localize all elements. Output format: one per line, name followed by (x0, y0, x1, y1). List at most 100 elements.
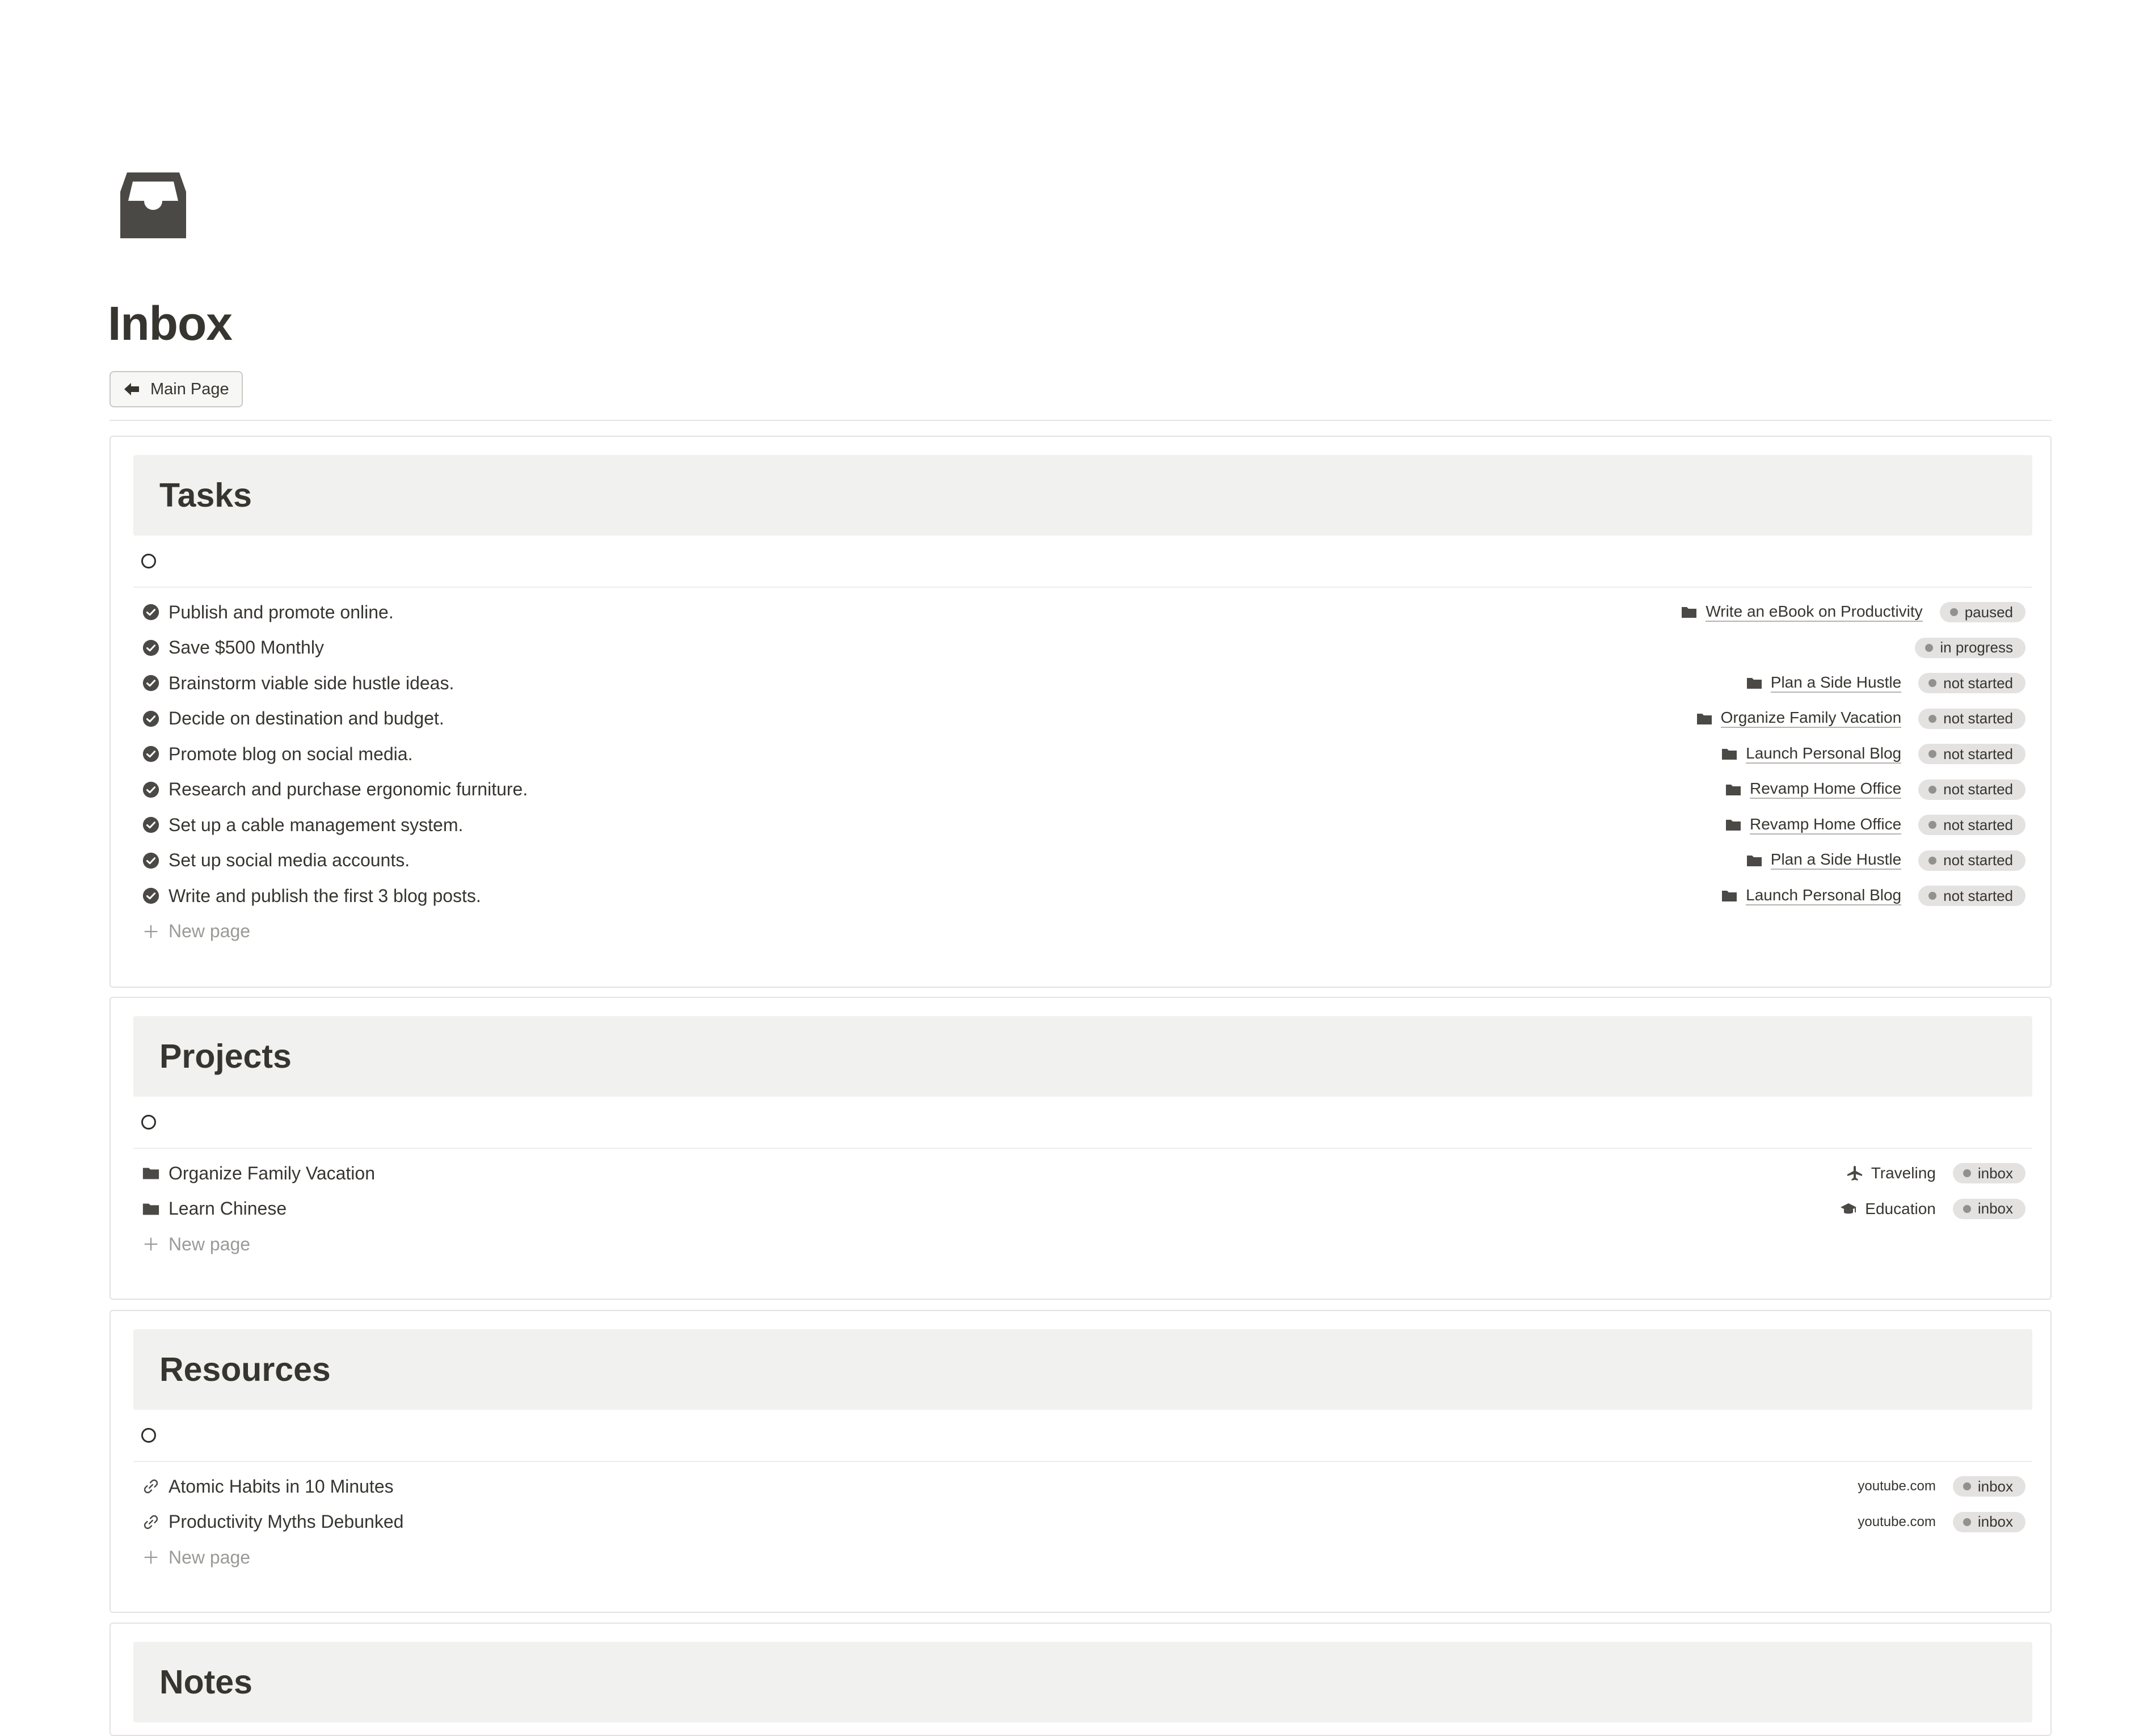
resource-title[interactable]: Atomic Habits in 10 Minutes (169, 1476, 1858, 1497)
tasks-list: Publish and promote online. Write an eBoo… (133, 595, 2032, 914)
notes-heading: Notes (159, 1663, 252, 1701)
project-name: Revamp Home Office (1750, 780, 1902, 799)
check-circle-icon (141, 602, 161, 622)
task-title[interactable]: Brainstorm viable side hustle ideas. (169, 673, 1746, 694)
check-circle-icon (141, 744, 161, 764)
task-title[interactable]: Decide on destination and budget. (169, 708, 1696, 729)
project-relation[interactable]: Plan a Side Hustle (1746, 851, 1902, 870)
status-dot (1963, 1518, 1971, 1526)
circle-icon[interactable] (141, 1115, 156, 1130)
project-title[interactable]: Organize Family Vacation (169, 1163, 1846, 1184)
folder-icon (1725, 781, 1750, 798)
project-relation[interactable]: Plan a Side Hustle (1746, 673, 1902, 693)
status-dot (1928, 679, 1937, 688)
table-row[interactable]: Save $500 Monthly in progress (133, 630, 2032, 666)
resource-url[interactable]: youtube.com (1858, 1514, 1935, 1530)
project-properties: Traveling inbox (1846, 1163, 2026, 1184)
projects-new-page-button[interactable]: New page (133, 1227, 2032, 1262)
status-badge: inbox (1952, 1163, 2026, 1184)
project-name: Launch Personal Blog (1746, 886, 1902, 905)
project-title[interactable]: Learn Chinese (169, 1198, 1840, 1219)
table-row[interactable]: Productivity Myths Debunked youtube.com in… (133, 1505, 2032, 1540)
projects-list: Organize Family Vacation Traveling inbox Le… (133, 1156, 2032, 1227)
project-name: Plan a Side Hustle (1770, 851, 1902, 870)
status-badge: not started (1918, 744, 2026, 765)
circle-icon[interactable] (141, 554, 156, 568)
table-row[interactable]: Research and purchase ergonomic furnitur… (133, 772, 2032, 808)
status-badge: not started (1918, 673, 2026, 694)
check-circle-icon (141, 638, 161, 658)
status-label: paused (1964, 603, 2013, 621)
project-relation[interactable]: Launch Personal Blog (1721, 886, 1902, 905)
task-title[interactable]: Save $500 Monthly (169, 637, 1915, 658)
project-relation[interactable]: Organize Family Vacation (1696, 709, 1902, 728)
task-properties: Revamp Home Office not started (1725, 779, 2026, 800)
plus-icon (141, 1234, 161, 1254)
table-row[interactable]: Atomic Habits in 10 Minutes youtube.com in… (133, 1469, 2032, 1505)
status-dot (1928, 714, 1937, 723)
task-properties: Organize Family Vacation not started (1696, 708, 2026, 729)
task-title[interactable]: Set up a cable management system. (169, 815, 1725, 836)
project-relation[interactable]: Revamp Home Office (1725, 780, 1902, 799)
resource-title[interactable]: Productivity Myths Debunked (169, 1511, 1858, 1532)
resource-properties: youtube.com inbox (1858, 1476, 2026, 1497)
circle-icon[interactable] (141, 1428, 156, 1443)
area-relation[interactable]: Traveling (1846, 1164, 1936, 1182)
resources-section: Resources Atomic Habits in 10 Minutes you… (110, 1310, 2052, 1613)
project-name: Revamp Home Office (1750, 815, 1902, 835)
airplane-icon (1846, 1165, 1871, 1182)
new-page-label: New page (169, 921, 251, 941)
task-title[interactable]: Publish and promote online. (169, 602, 1681, 623)
status-badge: inbox (1952, 1198, 2026, 1219)
tasks-new-page-button[interactable]: New page (133, 914, 2032, 949)
status-label: inbox (1977, 1164, 2013, 1182)
folder-icon (1696, 710, 1721, 727)
status-label: not started (1943, 710, 2013, 727)
table-row[interactable]: Set up social media accounts. Plan a Side… (133, 843, 2032, 879)
status-badge: not started (1918, 708, 2026, 729)
table-row[interactable]: Brainstorm viable side hustle ideas. Plan… (133, 665, 2032, 701)
projects-filter-row (133, 1097, 2032, 1149)
task-title[interactable]: Research and purchase ergonomic furnitur… (169, 779, 1725, 800)
project-relation[interactable]: Revamp Home Office (1725, 815, 1902, 835)
tasks-header: Tasks (133, 455, 2032, 536)
page-title: Inbox (108, 297, 233, 350)
status-label: not started (1943, 816, 2013, 833)
status-dot (1928, 892, 1937, 900)
check-circle-icon (141, 815, 161, 835)
table-row[interactable]: Organize Family Vacation Traveling inbox (133, 1156, 2032, 1191)
folder-icon (141, 1199, 161, 1219)
resource-url[interactable]: youtube.com (1858, 1478, 1935, 1494)
project-name: Organize Family Vacation (1720, 709, 1902, 728)
folder-icon (1725, 816, 1750, 833)
status-badge: not started (1918, 779, 2026, 800)
status-dot (1928, 785, 1937, 794)
area-relation[interactable]: Education (1840, 1200, 1936, 1218)
project-relation[interactable]: Write an eBook on Productivity (1681, 602, 1923, 622)
task-title[interactable]: Promote blog on social media. (169, 744, 1721, 765)
task-title[interactable]: Write and publish the first 3 blog posts… (169, 886, 1721, 907)
resources-filter-row (133, 1410, 2032, 1462)
folder-icon (1746, 675, 1771, 692)
table-row[interactable]: Publish and promote online. Write an eBoo… (133, 595, 2032, 630)
main-page-button[interactable]: Main Page (110, 371, 243, 407)
plus-icon (141, 1548, 161, 1567)
inbox-tray-icon (117, 169, 190, 242)
folder-icon (1681, 604, 1706, 621)
check-circle-icon (141, 673, 161, 693)
folder-icon (1721, 745, 1746, 762)
tasks-filter-row (133, 536, 2032, 588)
table-row[interactable]: Decide on destination and budget. Organiz… (133, 701, 2032, 737)
table-row[interactable]: Promote blog on social media. Launch Pers… (133, 736, 2032, 772)
table-row[interactable]: Write and publish the first 3 blog posts… (133, 878, 2032, 914)
project-relation[interactable]: Launch Personal Blog (1721, 744, 1902, 764)
task-title[interactable]: Set up social media accounts. (169, 850, 1746, 871)
resources-new-page-button[interactable]: New page (133, 1540, 2032, 1575)
link-icon (141, 1477, 161, 1496)
table-row[interactable]: Learn Chinese Education inbox (133, 1191, 2032, 1227)
folder-icon (141, 1164, 161, 1183)
status-label: inbox (1977, 1513, 2013, 1531)
table-row[interactable]: Set up a cable management system. Revamp … (133, 807, 2032, 843)
new-page-label: New page (169, 1233, 251, 1254)
task-properties: Revamp Home Office not started (1725, 815, 2026, 836)
